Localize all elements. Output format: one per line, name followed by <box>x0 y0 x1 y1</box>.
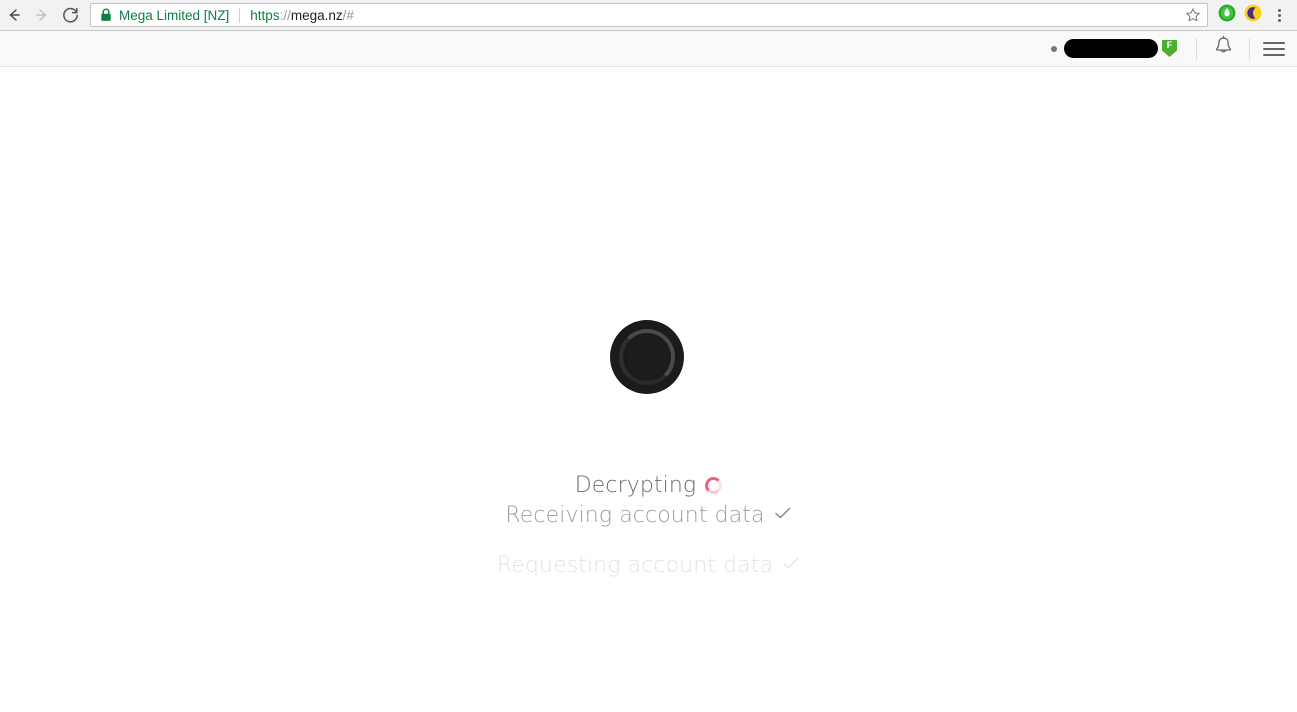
check-icon <box>782 555 800 576</box>
loading-status-list: Decrypting Receiving account data Reques… <box>0 470 1297 580</box>
account-menu-button[interactable]: F <box>1051 39 1177 58</box>
reload-button[interactable] <box>56 1 84 29</box>
status-label: Decrypting <box>574 472 697 498</box>
chrome-menu-icon <box>1277 13 1281 17</box>
url-text: https://mega.nz/# <box>250 8 1179 23</box>
back-button[interactable] <box>0 1 28 29</box>
site-identity-label: Mega Limited [NZ] <box>119 7 230 23</box>
forward-arrow-icon <box>33 6 51 24</box>
url-path: /# <box>342 7 354 23</box>
status-row-requesting: Requesting account data <box>0 550 1297 580</box>
chrome-menu-icon <box>1277 8 1281 12</box>
status-label: Requesting account data <box>496 552 774 578</box>
extension-green-button[interactable] <box>1214 2 1240 28</box>
status-row-decrypting: Decrypting <box>0 470 1297 500</box>
password-manager-badge-icon[interactable]: F <box>1162 40 1177 57</box>
hamburger-menu-icon <box>1263 41 1285 44</box>
page-viewport: Decrypting Receiving account data Reques… <box>0 68 1297 712</box>
extension-moon-icon <box>1243 3 1263 28</box>
browser-toolbar: Mega Limited [NZ] https://mega.nz/# <box>0 0 1297 31</box>
page-header-bar: F <box>0 31 1297 67</box>
address-bar[interactable]: Mega Limited [NZ] https://mega.nz/# <box>90 3 1208 27</box>
hamburger-menu-icon <box>1263 53 1285 56</box>
ring-spinner-icon <box>705 476 723 494</box>
chrome-menu-button[interactable] <box>1266 2 1292 28</box>
notifications-button[interactable] <box>1210 35 1236 62</box>
bell-icon <box>1213 35 1234 62</box>
url-host: mega.nz <box>290 7 343 23</box>
header-divider <box>1196 37 1197 60</box>
url-scheme: https <box>250 7 280 23</box>
account-name-redacted <box>1064 39 1158 58</box>
reload-icon <box>61 6 80 25</box>
check-icon <box>774 505 792 526</box>
url-separator: :// <box>279 7 291 23</box>
bookmark-star-icon[interactable] <box>1185 7 1201 23</box>
chrome-menu-icon <box>1277 18 1281 22</box>
status-label: Receiving account data <box>505 502 765 528</box>
extension-green-icon <box>1217 3 1237 28</box>
lock-icon <box>100 8 112 22</box>
hamburger-menu-button[interactable] <box>1263 41 1285 56</box>
password-manager-badge-letter: F <box>1166 40 1173 50</box>
extension-moon-button[interactable] <box>1240 2 1266 28</box>
hamburger-menu-icon <box>1263 47 1285 50</box>
back-arrow-icon <box>5 6 23 24</box>
status-row-receiving: Receiving account data <box>0 500 1297 530</box>
forward-button[interactable] <box>28 1 56 29</box>
presence-indicator <box>1051 45 1057 52</box>
omnibox-divider <box>239 7 241 23</box>
page-loading-spinner <box>610 320 684 394</box>
header-divider <box>1249 37 1250 60</box>
